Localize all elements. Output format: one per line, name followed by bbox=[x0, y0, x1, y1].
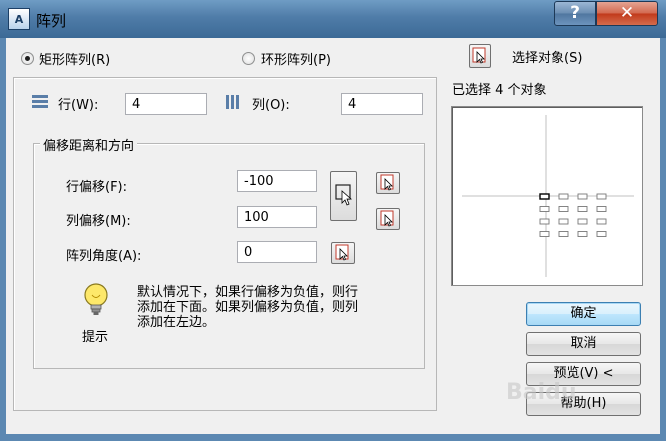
tip-text-line-1: 默认情况下，如果行偏移为负值，则行 bbox=[137, 285, 359, 300]
preview-array-cell bbox=[596, 218, 607, 225]
tip-text: 默认情况下，如果行偏移为负值，则行 添加在下面。如果列偏移为负值，则列 添加在左… bbox=[137, 285, 358, 330]
select-objects-button[interactable] bbox=[469, 44, 491, 68]
pick-both-offsets-button[interactable] bbox=[330, 171, 357, 221]
tip-text-line-2: 添加在下面。如果列偏移为负值，则列 bbox=[137, 300, 359, 315]
pick-rectangle-icon bbox=[334, 184, 352, 206]
ok-button[interactable]: 确定 bbox=[526, 302, 641, 326]
preview-array-cell bbox=[596, 231, 607, 237]
preview-array-cell bbox=[596, 193, 607, 200]
pick-point-icon bbox=[335, 244, 349, 261]
col-offset-input[interactable]: 100 bbox=[237, 206, 317, 228]
selection-status: 已选择 4 个对象 bbox=[452, 83, 547, 98]
columns-label: 列(O): bbox=[252, 98, 290, 113]
preview-array-cell bbox=[577, 206, 588, 212]
rows-label: 行(W): bbox=[58, 98, 99, 113]
polar-array-radio[interactable] bbox=[242, 52, 255, 65]
offset-group-label: 偏移距离和方向 bbox=[40, 135, 138, 154]
pick-point-icon bbox=[380, 174, 394, 191]
preview-array-cell bbox=[539, 206, 550, 212]
select-objects-label[interactable]: 选择对象(S) bbox=[512, 47, 582, 66]
close-button[interactable]: ✕ bbox=[596, 1, 658, 26]
app-icon: A bbox=[8, 8, 30, 30]
rect-array-radio[interactable] bbox=[21, 52, 34, 65]
preview-array-cell bbox=[558, 231, 569, 237]
array-preview bbox=[451, 106, 643, 286]
window-title: 阵列 bbox=[36, 12, 67, 30]
preview-array-cell bbox=[558, 206, 569, 212]
tip-text-line-3: 添加在左边。 bbox=[137, 315, 216, 330]
window-frame-bottom bbox=[0, 434, 666, 441]
pick-col-offset-button[interactable] bbox=[376, 208, 400, 230]
help-caption-button[interactable]: ? bbox=[554, 1, 596, 26]
pick-point-icon bbox=[380, 210, 394, 227]
preview-array-cell bbox=[558, 218, 569, 225]
angle-label: 阵列角度(A): bbox=[66, 249, 142, 264]
lightbulb-icon bbox=[82, 282, 110, 318]
preview-array-cell bbox=[596, 206, 607, 212]
preview-array-cell bbox=[577, 193, 588, 200]
preview-array-cell bbox=[558, 193, 569, 200]
columns-input[interactable]: 4 bbox=[341, 93, 423, 115]
tip-label: 提示 bbox=[82, 330, 109, 345]
preview-source-object bbox=[539, 193, 550, 200]
columns-icon bbox=[226, 95, 240, 109]
rect-array-label[interactable]: 矩形阵列(R) bbox=[39, 49, 110, 68]
polar-array-label[interactable]: 环形阵列(P) bbox=[261, 49, 331, 68]
preview-array-cell bbox=[539, 231, 550, 237]
preview-array-cell bbox=[577, 218, 588, 225]
select-objects-icon bbox=[472, 47, 486, 64]
watermark: Baidu bbox=[506, 380, 577, 405]
preview-array-cell bbox=[577, 231, 588, 237]
preview-cells bbox=[539, 193, 607, 237]
pick-row-offset-button[interactable] bbox=[376, 172, 400, 194]
cancel-button[interactable]: 取消 bbox=[526, 332, 641, 356]
pick-angle-button[interactable] bbox=[331, 242, 355, 264]
rows-input[interactable]: 4 bbox=[125, 93, 207, 115]
col-offset-label: 列偏移(M): bbox=[66, 214, 131, 229]
rows-icon bbox=[32, 95, 48, 109]
row-offset-label: 行偏移(F): bbox=[66, 180, 128, 195]
preview-array-cell bbox=[539, 218, 550, 225]
row-offset-input[interactable]: -100 bbox=[237, 170, 317, 192]
angle-input[interactable]: 0 bbox=[237, 241, 317, 263]
